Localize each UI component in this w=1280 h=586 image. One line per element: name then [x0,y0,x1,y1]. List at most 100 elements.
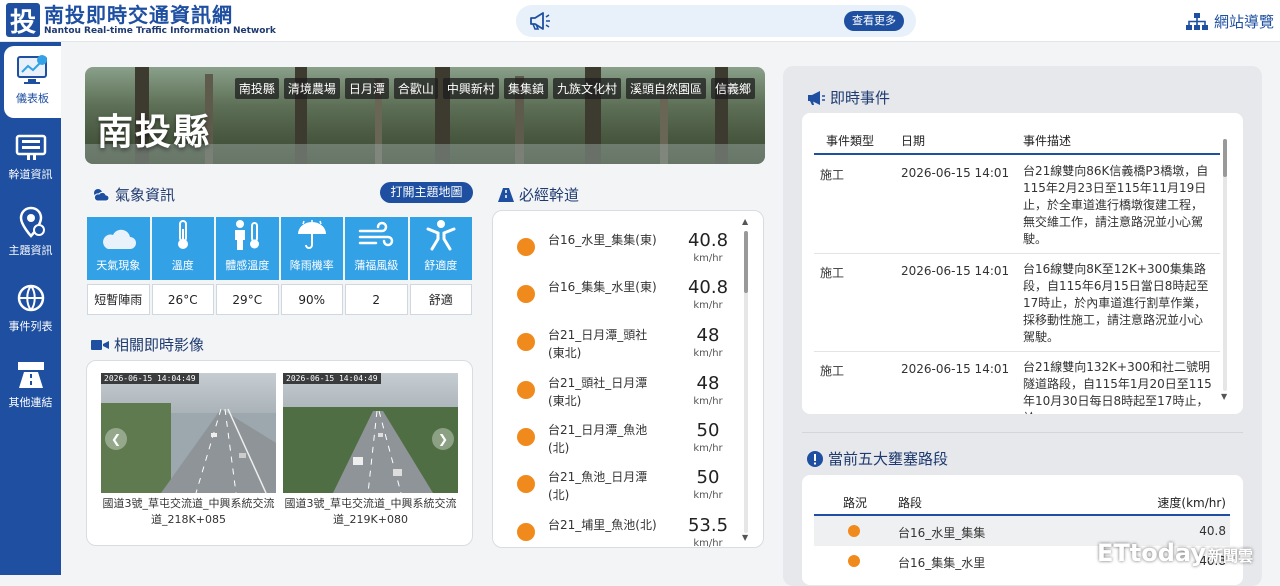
open-map-button[interactable]: 打開主題地圖 [380,182,473,203]
camera-next-button[interactable]: ❯ [432,428,454,450]
road-item[interactable]: 台16_集集_水里(東) 40.8 km/hr [493,272,743,316]
event-row[interactable]: 施工 2026-06-15 14:01 台16線雙向8K至12K+300集集路段… [814,254,1220,352]
camera-item[interactable]: 2026-06-15 14:04:49 ❯ 國道3號_草屯交流道_中興系統交流道… [283,373,458,528]
event-row[interactable]: 施工 2026-06-15 14:01 台21線雙向86K信義橋P3橋墩，自11… [814,156,1220,254]
congestion-road-name: 台16_水里_集集 [898,526,986,540]
events-col-desc: 事件描述 [1023,134,1072,148]
location-tab[interactable]: 日月潭 [344,78,389,99]
events-scrollbar[interactable] [1223,139,1227,391]
events-col-type: 事件類型 [826,134,875,148]
camera-snapshot[interactable]: 2026-06-15 14:04:49 ❯ [283,373,458,493]
weather-icon [93,188,110,201]
sidebar-item-topic-info[interactable]: 主題資訊 [0,198,61,270]
road-scroll-thumb[interactable] [744,231,748,293]
congestion-table-header: 路況 路段 速度(km/hr) [814,475,1230,516]
umbrella-icon [297,220,326,249]
location-tab[interactable]: 南投縣 [234,78,279,99]
weather-value-wind-scale: 2 [345,284,408,315]
alert-icon [807,450,823,467]
road-scroll-up[interactable]: ▲ [742,217,748,226]
road-status-dot [517,285,535,303]
road-item[interactable]: 台21_日月潭_頭社(東北) 48 km/hr [493,320,743,364]
events-table-header: 事件類型 日期 事件描述 [814,113,1220,155]
dashboard-icon [16,55,47,84]
road-item[interactable]: 台21_日月潭_魚池(北) 50 km/hr [493,415,743,459]
sidebar: 儀表板 幹道資訊 主題資訊 事件列表 其他連結 [0,42,61,575]
news-watermark: ETtoday 新聞雲 [1097,539,1254,567]
sidebar-item-road-info[interactable]: 幹道資訊 [0,122,61,194]
sidebar-label-dashboard: 儀表板 [16,92,49,105]
camera-item[interactable]: 2026-06-15 14:04:49 ❮ 國道3號_草屯交流道_中興系統交流道… [101,373,276,528]
weather-title: 氣象資訊 [115,186,176,204]
road-scrollbar[interactable] [744,231,748,533]
event-type: 施工 [820,364,845,378]
events-scroll-down[interactable]: ▼ [1221,392,1227,401]
road-status-dot [517,523,535,541]
topic-info-icon [19,206,45,238]
weather-value-comfort: 舒適 [409,284,472,315]
location-tab[interactable]: 九族文化村 [552,78,621,99]
congestion-status-dot [848,555,860,567]
weather-header-comfort: 舒適度 [409,217,472,280]
event-row[interactable]: 施工 2026-06-15 14:01 台21線雙向132K+300和社二號明隧… [814,352,1220,414]
road-item[interactable]: 台21_頭社_日月潭(東北) 48 km/hr [493,368,743,412]
road-name: 台21_日月潭_魚池(北) [548,423,648,455]
site-nav-link[interactable]: 網站導覽 [1185,11,1274,32]
road-item[interactable]: 台16_水里_集集(東) 40.8 km/hr [493,225,743,269]
weather-section-title: 氣象資訊 [92,184,175,205]
road-speed-unit: km/hr [693,396,723,407]
road-speed-unit: km/hr [693,443,723,454]
congestion-title: 當前五大壅塞路段 [828,450,949,468]
weather-value-temperature: 26°C [151,284,214,315]
notice-bar: 查看更多 [516,5,916,37]
location-tab[interactable]: 集集鎮 [503,78,548,99]
site-title: 南投即時交通資訊網 [44,2,233,27]
road-scroll-down[interactable]: ▼ [742,533,748,542]
road-status-dot [517,381,535,399]
sidebar-label-event-list: 事件列表 [8,320,53,333]
events-scroll-thumb[interactable] [1223,139,1227,177]
road-name: 台21_日月潭_頭社(東北) [548,328,648,360]
congestion-table: 路況 路段 速度(km/hr) 台16_水里_集集 40.8 台16_集集_水里… [802,475,1243,585]
other-links-icon [17,362,44,388]
road-item[interactable]: 台21_魚池_日月潭(北) 50 km/hr [493,462,743,506]
road-item[interactable]: 台21_埔里_魚池(北) 53.5 km/hr [493,510,743,547]
site-subtitle: Nantou Real-time Traffic Information Net… [44,25,276,36]
logo-icon: 投 [6,3,40,38]
location-tab[interactable]: 清境農場 [283,78,340,99]
location-tabs: 南投縣 清境農場 日月潭 合歡山 中興新村 集集鎮 九族文化村 溪頭自然園區 信… [234,78,755,99]
weather-value-feels-like: 29°C [216,284,279,315]
sidebar-item-other-links[interactable]: 其他連結 [0,350,61,422]
sidebar-item-event-list[interactable]: 事件列表 [0,274,61,346]
road-name: 台21_埔里_魚池(北) [548,518,657,532]
road-speed: 53.5 [687,515,729,536]
congestion-col-speed: 速度(km/hr) [1157,496,1226,510]
banner-title: 南投縣 [97,112,212,153]
wind-icon [359,221,394,247]
location-tab[interactable]: 溪頭自然園區 [625,78,706,99]
road-name: 台21_魚池_日月潭(北) [548,470,648,502]
event-date: 2026-06-15 14:01 [901,166,1010,180]
location-tab[interactable]: 信義鄉 [710,78,755,99]
site-logo[interactable]: 投 南投即時交通資訊網 Nantou Real-time Traffic Inf… [6,2,276,38]
highway-view [161,408,276,493]
location-tab[interactable]: 合歡山 [393,78,438,99]
camera-timestamp: 2026-06-15 14:04:49 [101,373,199,384]
road-speed-unit: km/hr [693,253,723,264]
more-button[interactable]: 查看更多 [844,11,904,31]
highway-view [333,410,433,493]
weather-header-feels-like: 體感溫度 [216,217,279,280]
congestion-section-title: 當前五大壅塞路段 [807,448,948,469]
camera-caption: 國道3號_草屯交流道_中興系統交流道_218K+085 [102,497,275,526]
camera-prev-button[interactable]: ❮ [105,428,127,450]
weather-header-rain-probability: 降雨機率 [280,217,343,280]
road-icon [498,187,514,202]
road-list: 台16_水里_集集(東) 40.8 km/hr 台16_集集_水里(東) 40.… [492,210,764,548]
location-tab[interactable]: 中興新村 [442,78,499,99]
camera-snapshot[interactable]: 2026-06-15 14:04:49 ❮ [101,373,276,493]
sidebar-item-dashboard[interactable]: 儀表板 [4,46,61,118]
road-speed-unit: km/hr [693,490,723,501]
event-date: 2026-06-15 14:01 [901,264,1010,278]
event-description: 台16線雙向8K至12K+300集集路段，自115年6月15日當日8時起至17時… [1023,262,1209,344]
megaphone-icon [808,90,825,105]
